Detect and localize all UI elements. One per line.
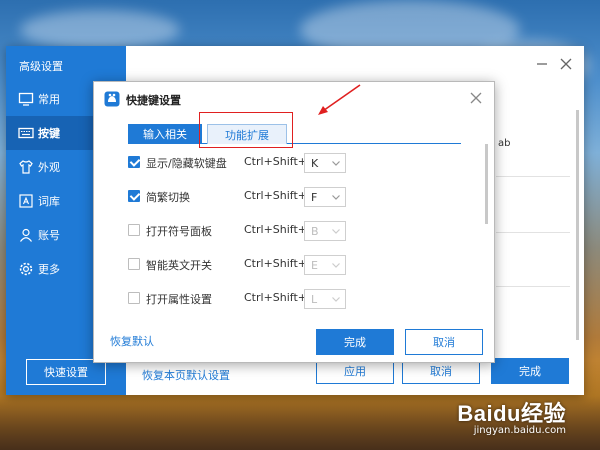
chevron-down-icon	[332, 297, 340, 302]
window-title: 高级设置	[19, 60, 63, 73]
shortcut-key-select[interactable]: B	[304, 221, 346, 241]
shortcut-modifier: Ctrl+Shift+	[244, 155, 308, 168]
shortcut-modifier: Ctrl+Shift+	[244, 291, 308, 304]
shortcut-checkbox[interactable]	[128, 156, 140, 168]
sidebar-item-label: 按键	[38, 127, 60, 140]
shortcut-modifier: Ctrl+Shift+	[244, 189, 308, 202]
close-icon[interactable]	[468, 90, 484, 106]
shortcut-key-select[interactable]: E	[304, 255, 346, 275]
shortcut-label: 打开符号面板	[146, 225, 212, 238]
shortcut-modifier: Ctrl+Shift+	[244, 223, 308, 236]
shortcut-key-select[interactable]: K	[304, 153, 346, 173]
scrollbar[interactable]	[576, 110, 579, 340]
chevron-down-icon	[332, 229, 340, 234]
shortcut-key-value: L	[311, 293, 318, 306]
divider	[496, 176, 570, 177]
annotation-arrow-icon	[318, 84, 361, 115]
dialog-title: 快捷键设置	[126, 94, 181, 107]
dictionary-icon	[19, 194, 33, 208]
shortcut-key-select[interactable]: L	[304, 289, 346, 309]
shortcut-checkbox[interactable]	[128, 224, 140, 236]
shortcut-modifier: Ctrl+Shift+	[244, 257, 308, 270]
shortcut-label: 打开属性设置	[146, 293, 212, 306]
shortcut-label: 显示/隐藏软键盘	[146, 157, 227, 170]
cancel-button[interactable]: 取消	[405, 329, 483, 355]
shortcut-checkbox[interactable]	[128, 190, 140, 202]
tshirt-icon	[19, 160, 33, 174]
shortcut-checkbox[interactable]	[128, 292, 140, 304]
shortcut-settings-dialog: 快捷键设置 输入相关 功能扩展 显示/隐藏软键盘 Ctrl+Shift+ K 简…	[93, 81, 495, 363]
partial-setting-text: ab	[498, 138, 511, 149]
shortcut-row: 显示/隐藏软键盘 Ctrl+Shift+ K	[128, 153, 353, 173]
done-button[interactable]: 完成	[316, 329, 394, 355]
sidebar-item-label: 常用	[38, 93, 60, 106]
shortcut-label: 智能英文开关	[146, 259, 212, 272]
scrollbar[interactable]	[485, 144, 488, 224]
restore-page-default-link[interactable]: 恢复本页默认设置	[142, 367, 230, 383]
shortcut-row: 打开属性设置 Ctrl+Shift+ L	[128, 289, 353, 309]
watermark-brand: Baidu经验	[457, 401, 566, 426]
close-icon[interactable]	[558, 56, 574, 72]
shortcut-checkbox[interactable]	[128, 258, 140, 270]
user-icon	[20, 228, 32, 242]
app-logo-icon	[104, 91, 120, 107]
shortcut-key-value: B	[311, 225, 319, 238]
divider	[496, 232, 570, 233]
shortcut-row: 简繁切换 Ctrl+Shift+ F	[128, 187, 353, 207]
chevron-down-icon	[332, 195, 340, 200]
shortcut-row: 智能英文开关 Ctrl+Shift+ E	[128, 255, 353, 275]
chevron-down-icon	[332, 263, 340, 268]
done-button[interactable]: 完成	[491, 358, 569, 384]
watermark-url: jingyan.baidu.com	[473, 425, 566, 436]
sidebar-item-label: 更多	[38, 263, 60, 276]
gear-icon	[19, 262, 33, 276]
tab-input-related[interactable]: 输入相关	[128, 124, 202, 144]
restore-default-link[interactable]: 恢复默认	[110, 333, 154, 349]
sidebar-item-label: 账号	[38, 229, 60, 242]
shortcut-label: 简繁切换	[146, 191, 190, 204]
chevron-down-icon	[332, 161, 340, 166]
minimize-icon[interactable]	[534, 56, 550, 72]
shortcut-key-select[interactable]: F	[304, 187, 346, 207]
sidebar-item-label: 外观	[38, 161, 60, 174]
divider	[496, 286, 570, 287]
shortcut-key-value: E	[311, 259, 318, 272]
shortcut-key-value: K	[311, 157, 319, 170]
monitor-icon	[18, 92, 34, 106]
keyboard-icon	[18, 127, 34, 139]
annotation-highlight-box	[199, 112, 293, 148]
shortcut-row: 打开符号面板 Ctrl+Shift+ B	[128, 221, 353, 241]
sidebar-item-label: 词库	[38, 195, 60, 208]
watermark-logo: Baidu经验	[457, 396, 566, 428]
shortcut-key-value: F	[311, 191, 318, 204]
